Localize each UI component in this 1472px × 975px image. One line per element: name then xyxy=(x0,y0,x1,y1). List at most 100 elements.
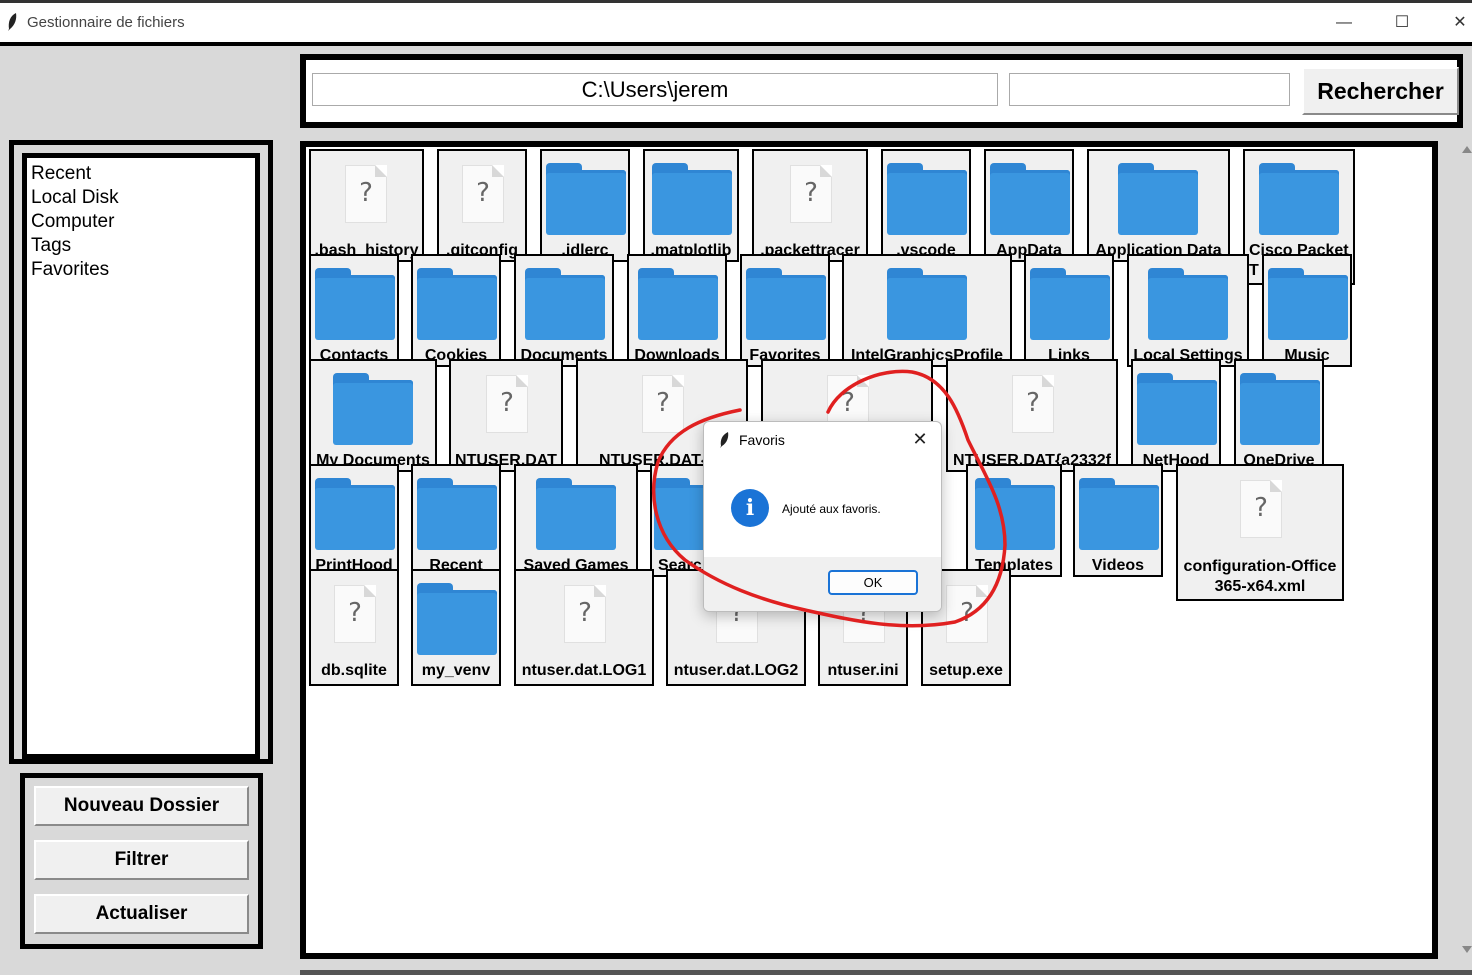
filter-button[interactable]: Filtrer xyxy=(34,840,249,880)
file-tile[interactable]: ? ntuser.dat.LOG1 xyxy=(514,569,654,686)
folder-tile[interactable]: Music xyxy=(1262,254,1352,367)
folder-tile[interactable]: Searc xyxy=(650,464,710,577)
file-tile[interactable]: ? .bash_history xyxy=(309,149,424,262)
window-title: Gestionnaire de fichiers xyxy=(27,14,185,31)
bottom-edge xyxy=(300,970,1472,975)
unknown-file-icon: ? xyxy=(345,165,387,223)
folder-tile[interactable]: Downloads xyxy=(627,254,727,367)
search-input[interactable] xyxy=(1009,73,1290,106)
folder-icon xyxy=(546,163,626,235)
folder-tile[interactable]: IntelGraphicsProfile xyxy=(842,254,1012,367)
search-button[interactable]: Rechercher xyxy=(1302,67,1459,115)
file-tile[interactable]: ? configuration-Office 365-x64.xml xyxy=(1176,464,1344,601)
unknown-file-icon: ? xyxy=(486,375,528,433)
sidebar-listbox[interactable]: Recent Local Disk Computer Tags Favorite… xyxy=(22,153,260,759)
folder-icon xyxy=(417,478,497,550)
folder-icon xyxy=(887,163,967,235)
folder-tile[interactable]: PrintHood xyxy=(309,464,399,577)
folder-tile[interactable]: NetHood xyxy=(1131,359,1221,472)
folder-icon xyxy=(975,478,1055,550)
file-label: db.sqlite xyxy=(321,662,387,679)
ok-button[interactable]: OK xyxy=(828,570,918,595)
folder-tile[interactable]: Recent xyxy=(411,464,501,577)
dialog-feather-icon xyxy=(720,432,729,448)
file-tile[interactable]: ? NTUSER.DAT{a2332f xyxy=(946,359,1118,472)
unknown-file-icon: ? xyxy=(790,165,832,223)
scroll-up-arrow-icon[interactable] xyxy=(1462,146,1472,153)
folder-icon xyxy=(333,373,413,445)
sidebar-item-local-disk[interactable]: Local Disk xyxy=(31,186,119,210)
unknown-file-icon: ? xyxy=(462,165,504,223)
scroll-down-arrow-icon[interactable] xyxy=(1462,946,1472,953)
refresh-button[interactable]: Actualiser xyxy=(34,894,249,934)
maximize-button[interactable]: ☐ xyxy=(1390,11,1414,35)
folder-tile[interactable]: Cookies xyxy=(411,254,501,367)
app-feather-icon xyxy=(8,13,17,31)
folder-label: my_venv xyxy=(421,662,491,679)
unknown-file-icon: ? xyxy=(1240,480,1282,538)
folder-tile[interactable]: AppData xyxy=(984,149,1074,262)
folder-icon xyxy=(536,478,616,550)
unknown-file-icon: ? xyxy=(642,375,684,433)
folder-tile[interactable]: Templates xyxy=(966,464,1062,577)
file-tile[interactable]: ? .gitconfig xyxy=(437,149,527,262)
folder-icon xyxy=(315,478,395,550)
folder-icon xyxy=(315,268,395,340)
sidebar-item-recent[interactable]: Recent xyxy=(31,162,91,186)
folder-icon xyxy=(1030,268,1110,340)
folder-tile[interactable]: .vscode xyxy=(881,149,971,262)
file-tile[interactable]: ? .packettracer xyxy=(752,149,868,262)
file-tile[interactable]: ? db.sqlite xyxy=(309,569,399,686)
dialog-title: Favoris xyxy=(739,432,785,448)
folder-tile[interactable]: OneDrive xyxy=(1234,359,1324,472)
folder-tile[interactable]: my_venv xyxy=(411,569,501,686)
file-label: configuration-Office 365-x64.xml xyxy=(1183,558,1337,595)
folder-tile[interactable]: Documents xyxy=(514,254,614,367)
folder-icon xyxy=(1240,373,1320,445)
path-input[interactable]: C:\Users\jerem xyxy=(312,73,998,106)
folder-label: Videos xyxy=(1091,557,1145,574)
folder-icon xyxy=(1259,163,1339,235)
dialog-message: Ajouté aux favoris. xyxy=(782,502,881,516)
sidebar-item-favorites[interactable]: Favorites xyxy=(31,258,109,282)
folder-tile[interactable]: .idlerc xyxy=(540,149,630,262)
file-label: ntuser.ini xyxy=(827,662,899,679)
title-bar: Gestionnaire de fichiers — ☐ ✕ xyxy=(0,0,1472,42)
minimize-button[interactable]: — xyxy=(1332,11,1356,35)
folder-tile[interactable]: Application Data xyxy=(1087,149,1230,262)
folder-tile[interactable]: Favorites xyxy=(740,254,830,367)
close-button[interactable]: ✕ xyxy=(1448,11,1472,35)
folder-icon xyxy=(525,268,605,340)
file-label: ntuser.dat.LOG1 xyxy=(521,662,647,679)
folder-tile[interactable]: Local Settings xyxy=(1127,254,1249,367)
file-tile[interactable]: ? NTUSER.DAT xyxy=(449,359,563,472)
folder-tile[interactable]: Saved Games xyxy=(514,464,638,577)
folder-icon xyxy=(417,268,497,340)
favorites-dialog: Favoris ✕ i Ajouté aux favoris. OK xyxy=(703,421,942,612)
folder-icon xyxy=(990,163,1070,235)
sidebar-item-computer[interactable]: Computer xyxy=(31,210,114,234)
folder-tile[interactable]: My Documents xyxy=(309,359,437,472)
title-separator xyxy=(0,42,1472,46)
folder-icon xyxy=(417,583,497,655)
folder-icon xyxy=(638,268,718,340)
unknown-file-icon: ? xyxy=(946,585,988,643)
folder-icon xyxy=(1079,478,1159,550)
folder-icon xyxy=(746,268,826,340)
file-label: ntuser.dat.LOG2 xyxy=(673,662,799,679)
unknown-file-icon: ? xyxy=(334,585,376,643)
new-folder-button[interactable]: Nouveau Dossier xyxy=(34,786,249,826)
dialog-close-button[interactable]: ✕ xyxy=(909,428,931,450)
folder-icon xyxy=(887,268,967,340)
folder-icon xyxy=(1118,163,1198,235)
folder-icon xyxy=(1268,268,1348,340)
unknown-file-icon: ? xyxy=(564,585,606,643)
folder-tile[interactable]: Contacts xyxy=(309,254,399,367)
folder-tile[interactable]: Videos xyxy=(1073,464,1163,577)
folder-tile[interactable]: .matplotlib xyxy=(643,149,739,262)
folder-tile[interactable]: Links xyxy=(1024,254,1114,367)
sidebar-item-tags[interactable]: Tags xyxy=(31,234,71,258)
folder-icon xyxy=(1148,268,1228,340)
info-icon: i xyxy=(731,489,769,527)
folder-icon xyxy=(1137,373,1217,445)
